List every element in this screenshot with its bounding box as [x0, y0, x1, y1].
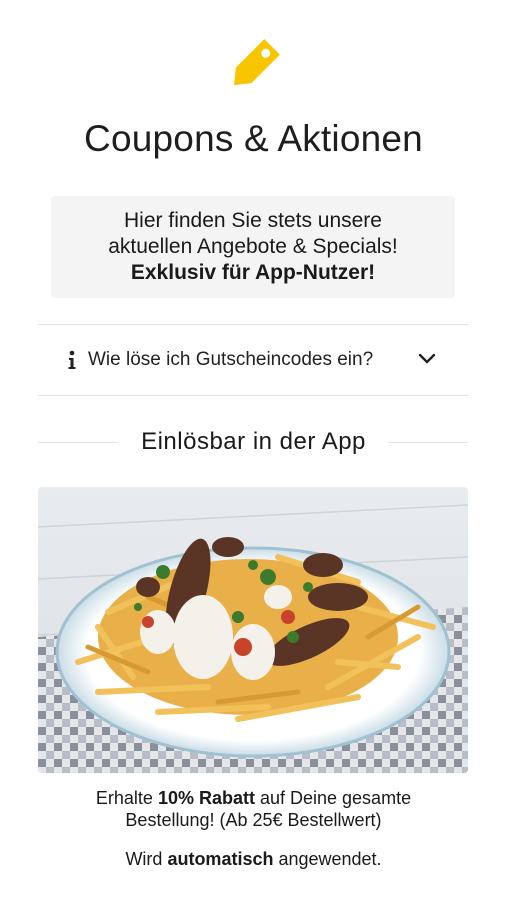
page-title: Coupons & Aktionen	[84, 118, 423, 159]
faq-toggle-redeem-codes[interactable]: Wie löse ich Gutscheincodes ein?	[38, 325, 468, 395]
price-tag-icon	[233, 39, 280, 86]
heading-rule-right	[388, 442, 468, 443]
promo-highlight: Exklusiv für App-Nutzer!	[130, 261, 376, 284]
discount-highlight: 10% Rabatt	[157, 788, 255, 808]
auto-highlight: automatisch	[167, 849, 274, 869]
info-icon	[68, 350, 76, 369]
auto-prefix: Wird	[125, 849, 168, 869]
desc-suffix: auf Deine gesamte	[254, 788, 412, 808]
desc-line-2: Bestellung! (Ab 25€ Bestellwert)	[125, 810, 382, 830]
chevron-down-icon[interactable]	[418, 353, 436, 365]
desc-prefix: Erhalte	[95, 788, 158, 808]
divider-bottom	[38, 395, 468, 396]
coupon-image[interactable]	[38, 487, 468, 773]
auto-apply-note: Wird automatisch angewendet.	[0, 849, 507, 870]
auto-suffix: angewendet.	[273, 849, 382, 869]
food-photo	[38, 487, 468, 773]
promo-line-2: aktuellen Angebote & Specials!	[108, 235, 398, 258]
faq-label: Wie löse ich Gutscheincodes ein?	[88, 349, 374, 370]
promo-info-box: Hier finden Sie stets unsere aktuellen A…	[51, 196, 455, 298]
promo-line-1: Hier finden Sie stets unsere	[124, 209, 382, 232]
coupon-description: Erhalte 10% Rabatt auf Deine gesamte Bes…	[0, 787, 507, 831]
